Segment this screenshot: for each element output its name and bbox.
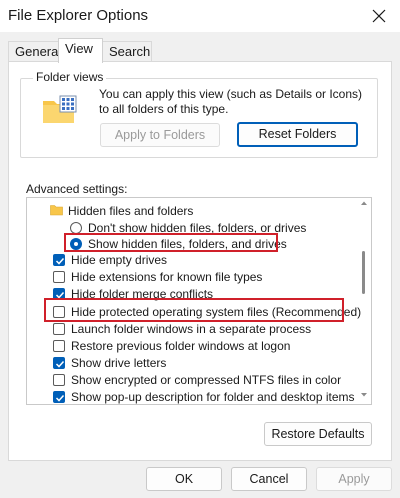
checkbox[interactable] <box>53 391 65 403</box>
checkbox[interactable] <box>53 323 65 335</box>
checkbox[interactable] <box>53 374 65 386</box>
tab-view[interactable]: View <box>58 38 103 63</box>
scroll-down-arrow-icon[interactable] <box>360 392 368 398</box>
checkbox[interactable] <box>53 271 65 283</box>
folder-views-icon <box>43 95 77 123</box>
check-icon <box>55 360 65 368</box>
checkbox[interactable] <box>53 254 65 266</box>
folder-views-description: You can apply this view (such as Details… <box>99 87 363 116</box>
tab-general[interactable]: General <box>8 41 61 62</box>
apply-to-folders-button[interactable]: Apply to Folders <box>100 123 220 147</box>
scrollbar-thumb[interactable] <box>362 251 365 294</box>
cancel-button[interactable]: Cancel <box>231 467 307 491</box>
tab-strip: General Search View <box>0 38 400 63</box>
advanced-scrollbar[interactable] <box>361 200 369 402</box>
checkbox[interactable] <box>53 306 65 318</box>
apply-button[interactable]: Apply <box>316 467 392 491</box>
folder-views-title: Folder views <box>33 70 107 84</box>
advanced-settings-list[interactable]: Hidden files and folders Don't show hidd… <box>26 197 372 405</box>
checkbox[interactable] <box>53 340 65 352</box>
scroll-up-arrow-icon[interactable] <box>360 200 368 206</box>
check-icon <box>55 291 65 299</box>
radio-button-selected[interactable] <box>70 238 82 250</box>
checkbox[interactable] <box>53 357 65 369</box>
radio-button[interactable] <box>70 222 82 234</box>
ok-button[interactable]: OK <box>146 467 222 491</box>
reset-folders-button[interactable]: Reset Folders <box>237 122 358 147</box>
tab-search[interactable]: Search <box>102 41 152 62</box>
title-bar: File Explorer Options <box>0 0 400 32</box>
close-icon <box>372 9 386 23</box>
restore-defaults-button[interactable]: Restore Defaults <box>264 422 372 446</box>
close-button[interactable] <box>366 3 392 29</box>
folder-icon <box>50 205 63 216</box>
advanced-settings-label: Advanced settings: <box>26 182 128 196</box>
checkbox[interactable] <box>53 288 65 300</box>
check-icon <box>55 257 65 265</box>
window-title: File Explorer Options <box>8 7 149 24</box>
check-icon <box>55 394 65 402</box>
